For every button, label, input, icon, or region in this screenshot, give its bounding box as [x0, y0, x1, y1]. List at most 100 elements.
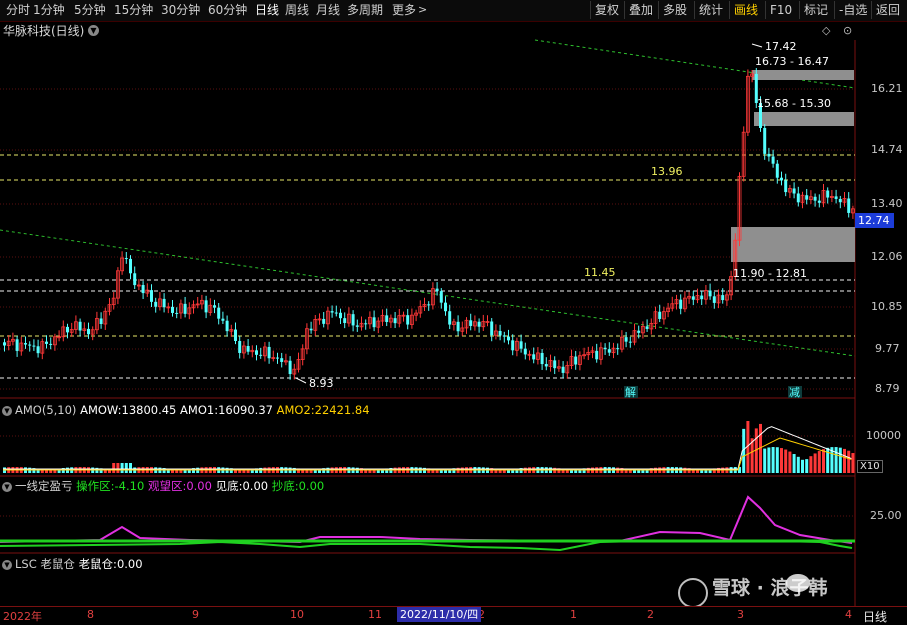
candle-body: [519, 341, 523, 349]
back-button[interactable]: 返回: [871, 1, 900, 19]
stock-title[interactable]: 华脉科技(日线): [3, 22, 84, 40]
period-tab-monthly[interactable]: 月线: [316, 2, 340, 19]
multi-stock-button[interactable]: 多股: [658, 1, 687, 19]
overlay-button[interactable]: 叠加: [624, 1, 653, 19]
candle-body: [658, 311, 662, 319]
candle-body: [498, 330, 502, 336]
candle-body: [775, 163, 779, 178]
date-tick: 4: [845, 608, 852, 621]
candle-body: [406, 315, 410, 325]
low-price-label: 8.93: [309, 377, 334, 390]
candle-body: [439, 291, 443, 303]
period-tab-15min[interactable]: 15分钟: [114, 2, 153, 19]
candle-body: [355, 325, 359, 327]
amo-bar: [763, 448, 767, 473]
indicator-name[interactable]: 一线定盈亏: [15, 479, 73, 493]
candle-body: [259, 354, 263, 356]
candle-body: [221, 318, 225, 321]
zone-box-3[interactable]: [731, 227, 855, 262]
candle-body: [246, 346, 250, 352]
candle-body: [213, 305, 216, 308]
period-toolbar: 分时 1分钟 5分钟 15分钟 30分钟 60分钟 日线 周线 月线 多周期 更…: [0, 0, 907, 22]
chevron-down-icon[interactable]: ▼: [2, 405, 12, 416]
amo-bar: [767, 447, 771, 473]
draw-line-button[interactable]: 画线: [729, 1, 758, 19]
date-tick: 1: [570, 608, 577, 621]
period-tab-30min[interactable]: 30分钟: [161, 2, 200, 19]
candlestick-series[interactable]: [3, 68, 855, 380]
candle-body: [129, 258, 132, 274]
candle-body: [24, 343, 27, 345]
amo-name[interactable]: AMO(5,10): [15, 403, 76, 417]
amo-bar: [817, 451, 821, 473]
snowball-icon: [678, 578, 708, 608]
candle-body: [372, 317, 376, 328]
period-tab-fenshi[interactable]: 分时: [6, 2, 30, 19]
chevron-down-icon[interactable]: ▼: [88, 25, 99, 36]
watchlist-button[interactable]: -自选: [834, 1, 867, 19]
candle-body: [469, 320, 473, 326]
chevron-down-icon[interactable]: ▼: [2, 559, 12, 570]
candle-body: [595, 350, 599, 360]
chevron-down-icon[interactable]: ⊙: [843, 24, 852, 37]
candle-body: [87, 328, 90, 335]
amo2-label: AMO2:: [276, 403, 315, 417]
watermark-text: 雪球 · 浪子韩: [712, 577, 828, 599]
date-tick: 9: [192, 608, 199, 621]
period-label[interactable]: 日线: [863, 608, 887, 625]
candle-body: [553, 360, 557, 369]
period-tab-multi[interactable]: 多周期: [347, 2, 383, 19]
candle-body: [339, 312, 342, 319]
candle-body: [322, 318, 326, 324]
bottom-value: 0.00: [242, 479, 269, 493]
period-tab-weekly[interactable]: 周线: [285, 2, 309, 19]
candle-body: [141, 285, 145, 294]
candle-body: [343, 318, 347, 323]
candle-body: [784, 180, 788, 193]
candle-body: [78, 321, 82, 331]
zone-box-2[interactable]: [754, 112, 854, 126]
date-tick: 2: [647, 608, 654, 621]
candle-body: [532, 354, 536, 360]
amo-bar: [112, 463, 116, 473]
amo-bar: [813, 453, 817, 473]
amo-bar: [796, 456, 800, 473]
period-tab-60min[interactable]: 60分钟: [208, 2, 247, 19]
mark-button[interactable]: 标记: [799, 1, 828, 19]
lsc-name[interactable]: LSC 老鼠仓: [15, 557, 75, 571]
candle-body: [721, 295, 725, 301]
candle-body: [385, 315, 389, 323]
zone3-label: 11.90 - 12.81: [733, 267, 807, 280]
candle-body: [780, 177, 783, 181]
candle-body: [616, 348, 620, 350]
candle-body: [792, 188, 796, 194]
date-tick: 11: [368, 608, 382, 621]
kline-chart[interactable]: 17.42 16.73 - 16.47 15.68 - 15.30 11.90 …: [0, 22, 907, 606]
amo-bar: [809, 456, 813, 473]
amo-bar: [780, 448, 783, 473]
statistics-button[interactable]: 统计: [694, 1, 723, 19]
chevron-right-icon[interactable]: >: [418, 1, 427, 18]
candle-body: [700, 295, 704, 300]
high-pointer: [751, 43, 763, 48]
period-tab-1min[interactable]: 1分钟: [33, 2, 65, 19]
f10-button[interactable]: F10: [765, 1, 792, 19]
candle-body: [561, 366, 565, 373]
candle-body: [708, 290, 712, 297]
candle-body: [490, 321, 494, 336]
candle-body: [712, 296, 716, 303]
period-tab-5min[interactable]: 5分钟: [74, 2, 106, 19]
zone-box-1[interactable]: [752, 70, 854, 80]
price-axis-label: 9.77: [875, 342, 900, 355]
restore-rights-button[interactable]: 复权: [590, 1, 619, 19]
tag-jie[interactable]: 解: [625, 385, 636, 399]
candle-body: [448, 311, 452, 325]
tag-jian[interactable]: 减: [789, 386, 800, 399]
period-tab-more[interactable]: 更多: [392, 2, 416, 19]
chevron-down-icon[interactable]: ▼: [2, 481, 12, 492]
candle-body: [637, 330, 641, 333]
lsc-label: 老鼠仓:: [78, 557, 117, 571]
level-lines[interactable]: [0, 154, 855, 379]
diamond-icon[interactable]: ◇: [822, 24, 830, 37]
period-tab-daily[interactable]: 日线: [255, 2, 279, 19]
